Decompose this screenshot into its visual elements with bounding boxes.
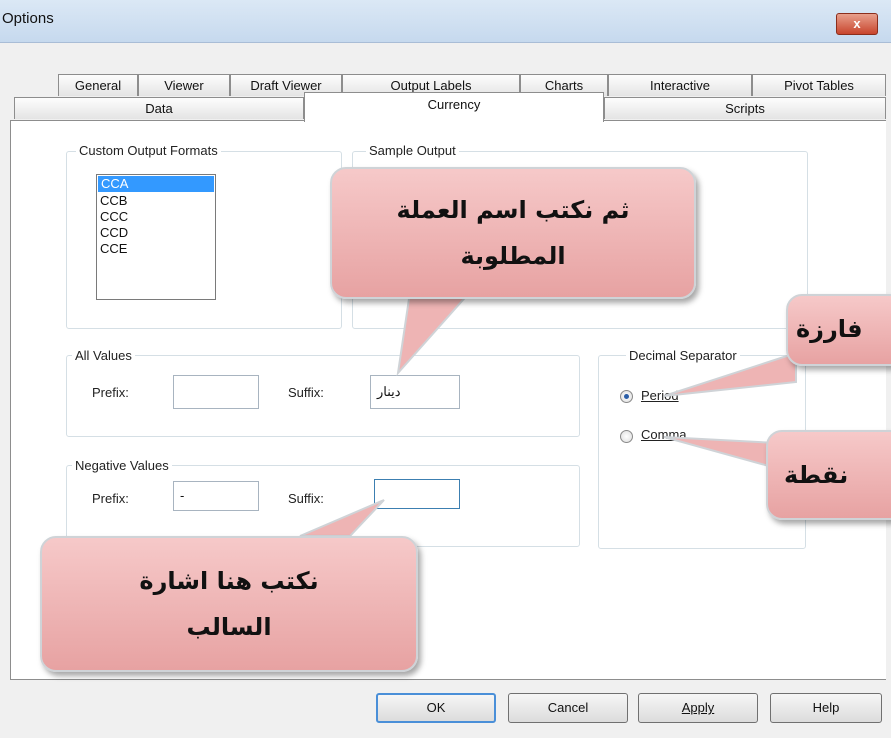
callout-line: السالب — [186, 613, 272, 641]
callout-line: ثم نكتب اسم العملة — [396, 196, 630, 224]
callout-text: نقطة — [784, 461, 849, 489]
callout-line: نكتب هنا اشارة — [139, 567, 319, 595]
comma-callout: فارزة — [786, 294, 891, 366]
callout-line: المطلوبة — [460, 242, 566, 270]
period-callout: نقطة — [766, 430, 891, 520]
currency-name-callout: ثم نكتب اسم العملة المطلوبة — [330, 167, 696, 299]
negative-sign-callout: نكتب هنا اشارة السالب — [40, 536, 418, 672]
tab-currency[interactable]: Currency — [304, 92, 604, 122]
callout-text: فارزة — [796, 315, 863, 343]
